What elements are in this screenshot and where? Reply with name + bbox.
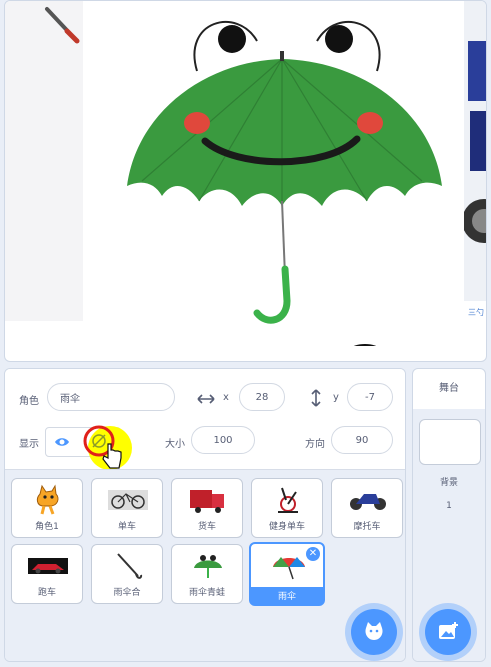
sprite-name-value: 雨伞 xyxy=(60,393,80,405)
truck-icon xyxy=(190,490,224,513)
show-label: 显示 xyxy=(19,439,39,450)
umbrella-sprite[interactable] xyxy=(87,1,467,346)
stage-selector-panel[interactable]: 舞台 背景 1 xyxy=(412,368,486,662)
sprite-card-sports-car[interactable]: 跑车 xyxy=(11,544,83,604)
closed-umbrella-icon xyxy=(117,553,143,579)
sprite-card-name: 雨伞 xyxy=(251,587,323,604)
bicycle-icon xyxy=(108,490,148,510)
visibility-toggle xyxy=(45,425,132,470)
y-value: -7 xyxy=(365,391,375,403)
cat-add-icon xyxy=(365,622,383,640)
exercise-bike-icon xyxy=(278,487,298,513)
x-input[interactable]: 28 xyxy=(239,383,285,411)
sprite-card-name: 角色1 xyxy=(35,522,59,532)
stage-right-text: 三勺 xyxy=(468,308,484,317)
sprite-label: 角色 xyxy=(19,396,39,407)
sprite-info: 角色 雨伞 x 28 y -7 显示 大小 100 方向 90 xyxy=(5,369,405,470)
backdrop-label: 背景 xyxy=(439,478,458,488)
eye-show-icon[interactable] xyxy=(54,436,70,448)
size-value: 100 xyxy=(213,434,233,446)
frog-umbrella-icon xyxy=(194,555,222,578)
stage-right-sprite-area xyxy=(462,1,486,301)
backdrop-thumbnail[interactable] xyxy=(419,419,481,465)
backdrop-count: 1 xyxy=(446,501,452,511)
direction-label: 方向 xyxy=(305,439,325,450)
motorcycle-icon xyxy=(350,494,386,510)
direction-input[interactable]: 90 xyxy=(331,426,393,454)
sprite-card-name: 跑车 xyxy=(37,588,56,598)
direction-value: 90 xyxy=(355,434,369,446)
cat-sprite-icon xyxy=(36,484,59,515)
sprite-card-name: 健身单车 xyxy=(268,522,305,532)
y-label: y xyxy=(333,392,339,403)
sprite-card-name: 单车 xyxy=(117,522,136,532)
size-input[interactable]: 100 xyxy=(191,426,255,454)
y-input[interactable]: -7 xyxy=(347,383,393,411)
image-add-icon xyxy=(439,622,458,639)
sprite-card-exercise-bike[interactable]: 健身单车 xyxy=(251,478,323,538)
sprite-list: 角色1 单车 货车 健身单车 摩托车 跑车 雨伞合 雨伞青蛙 ✕ 雨伞 xyxy=(5,469,405,661)
stage-canvas[interactable]: 三勺 xyxy=(4,0,487,362)
sprite-card-name: 货车 xyxy=(197,522,216,532)
motorcycle-partial-icon xyxy=(462,41,486,243)
sprite-card-closed-umbrella[interactable]: 雨伞合 xyxy=(91,544,163,604)
sprite-card-name: 摩托车 xyxy=(353,522,381,532)
choose-backdrop-button[interactable] xyxy=(425,609,471,655)
vertical-arrows-icon xyxy=(311,389,321,407)
sprite-name-input[interactable]: 雨伞 xyxy=(47,383,175,411)
sprite-card-name: 雨伞青蛙 xyxy=(188,588,225,598)
x-value: 28 xyxy=(255,391,269,403)
stage-title: 舞台 xyxy=(413,369,485,410)
x-label: x xyxy=(223,392,229,403)
choose-sprite-button[interactable] xyxy=(351,609,397,655)
sprite-card-bicycle[interactable]: 单车 xyxy=(91,478,163,538)
sprite-card-name: 雨伞合 xyxy=(113,588,141,598)
sprite-card-motorcycle[interactable]: 摩托车 xyxy=(331,478,403,538)
sprite-card-cat[interactable]: 角色1 xyxy=(11,478,83,538)
umbrella-icon xyxy=(273,557,305,580)
size-label: 大小 xyxy=(165,439,185,450)
sports-car-icon xyxy=(28,558,68,574)
horizontal-arrows-icon xyxy=(197,394,215,404)
sprite-card-truck[interactable]: 货车 xyxy=(171,478,243,538)
stage-left-sprite-area xyxy=(5,1,83,343)
sprite-panel: 角色 雨伞 x 28 y -7 显示 大小 100 方向 90 角色1 单车 货… xyxy=(4,368,406,662)
sprite-card-frog-umbrella[interactable]: 雨伞青蛙 xyxy=(171,544,243,604)
delete-sprite-icon[interactable]: ✕ xyxy=(306,547,320,561)
sprite-card-umbrella-selected[interactable]: ✕ 雨伞 xyxy=(249,542,325,606)
wand-icon xyxy=(45,7,80,44)
